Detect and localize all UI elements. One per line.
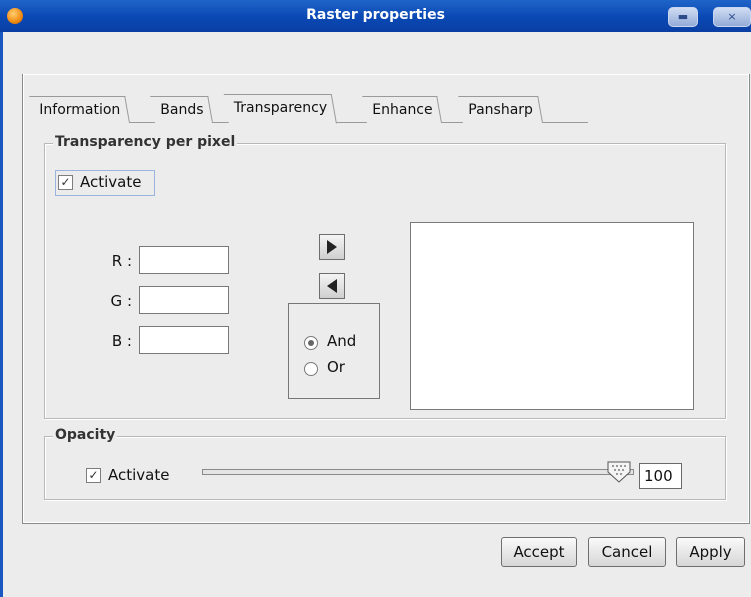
minimize-icon: ▬ [677,10,689,23]
opacity-slider[interactable] [202,469,634,475]
window-title: Raster properties [306,7,445,23]
close-button[interactable]: × [713,7,751,27]
r-input[interactable] [139,246,229,274]
tab-information[interactable]: Information [29,96,131,123]
cancel-button[interactable]: Cancel [588,537,666,567]
tab-pansharp[interactable]: Pansharp [458,96,543,123]
arrow-right-icon [327,240,337,254]
r-label: R : [111,252,132,270]
close-icon: × [727,10,737,23]
slider-thumb[interactable] [606,460,632,484]
apply-button[interactable]: Apply [676,537,745,567]
opacity-value-field[interactable]: 100 [639,463,682,489]
tab-transparency[interactable]: Transparency [223,94,338,124]
arrow-left-icon [327,279,337,293]
b-input[interactable] [139,326,229,354]
transparency-activate-label: Activate [80,173,142,191]
g-input[interactable] [139,286,229,314]
b-label: B : [111,332,132,350]
remove-pixel-button[interactable] [319,273,345,299]
or-radio[interactable] [304,362,318,376]
and-radio[interactable] [304,336,318,350]
pixel-list[interactable] [410,222,694,410]
opacity-activate-checkbox[interactable]: ✓ [86,468,101,483]
accept-button[interactable]: Accept [501,537,577,567]
window-border [0,32,3,597]
tab-label: Bands [160,102,204,118]
or-label: Or [327,358,345,376]
logic-radio-group: And Or [288,303,380,399]
add-pixel-button[interactable] [319,234,345,260]
minimize-button[interactable]: ▬ [668,7,698,27]
opacity-group-title: Opacity [53,427,118,443]
tab-label: Transparency [233,100,328,116]
transparency-group-title: Transparency per pixel [53,134,238,150]
g-label: G : [110,292,132,310]
tab-bands[interactable]: Bands [150,96,214,123]
tab-enhance[interactable]: Enhance [362,96,443,123]
tab-label: Enhance [372,102,433,118]
tab-label: Information [39,102,121,118]
tab-label: Pansharp [468,102,533,118]
transparency-activate-checkbox[interactable]: ✓ [58,175,73,190]
and-label: And [327,332,357,350]
title-bar[interactable]: Raster properties ▬ × [0,0,751,32]
opacity-activate-label: Activate [108,466,170,484]
